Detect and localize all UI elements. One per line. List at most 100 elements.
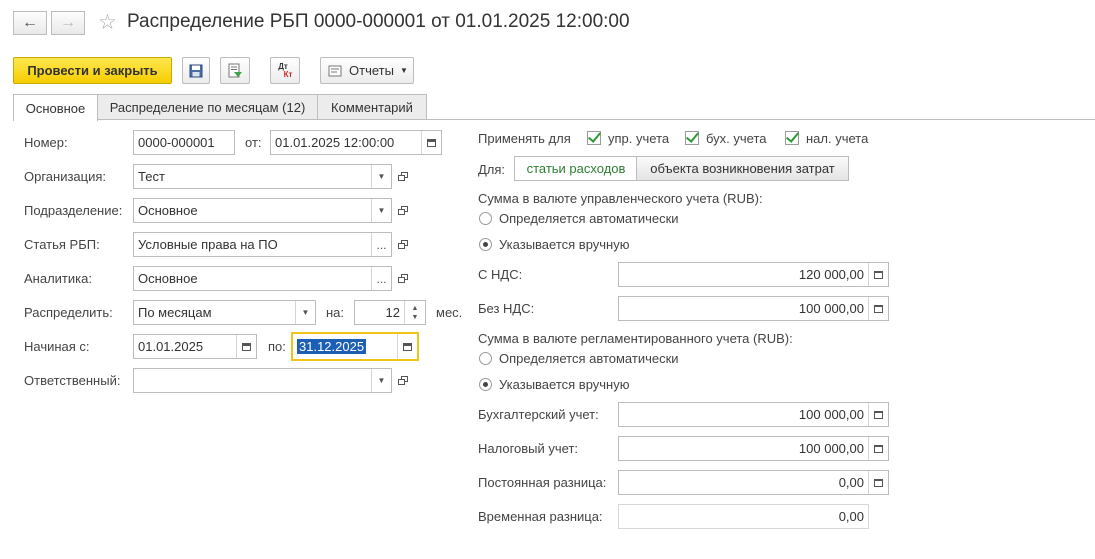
select-ellipsis-button[interactable]: ... xyxy=(371,233,391,256)
document-date-value: 01.01.2025 12:00:00 xyxy=(275,135,395,150)
arrow-right-icon: → xyxy=(60,14,76,31)
vat-incl-field[interactable]: 120 000,00 xyxy=(618,262,889,287)
temporary-diff-label: Временная разница: xyxy=(478,509,603,524)
temporary-diff-value: 0,00 xyxy=(838,509,864,524)
dt-kt-movements-button[interactable]: Дт Кт xyxy=(270,57,300,84)
tab-main[interactable]: Основное xyxy=(13,94,98,121)
tab-divider xyxy=(13,119,1095,120)
dropdown-arrow-icon[interactable]: ▼ xyxy=(295,301,315,324)
mgmt-manual-radio[interactable] xyxy=(479,238,492,251)
start-date-field[interactable]: 01.01.2025 xyxy=(133,334,257,359)
to-label: по: xyxy=(268,339,286,354)
responsible-field[interactable]: ▼ xyxy=(133,368,392,393)
post-and-close-button[interactable]: Провести и закрыть xyxy=(13,57,172,84)
vat-excl-field[interactable]: 100 000,00 xyxy=(618,296,889,321)
increment-icon[interactable]: ▲ xyxy=(412,304,419,313)
distribute-method-select[interactable]: По месяцам ▼ xyxy=(133,300,316,325)
tab-distribution-by-months[interactable]: Распределение по месяцам (12) xyxy=(97,94,318,120)
calculator-icon[interactable] xyxy=(868,263,888,286)
calculator-icon[interactable] xyxy=(868,297,888,320)
dropdown-arrow-icon[interactable]: ▼ xyxy=(371,199,391,222)
reg-auto-radio[interactable] xyxy=(479,352,492,365)
permanent-diff-label: Постоянная разница: xyxy=(478,475,607,490)
dropdown-arrow-icon[interactable]: ▼ xyxy=(371,369,391,392)
kt-label: Кт xyxy=(283,69,293,79)
calculator-icon[interactable] xyxy=(868,403,888,426)
reports-button[interactable]: Отчеты ▼ xyxy=(320,57,414,84)
department-value: Основное xyxy=(138,203,198,218)
accounting-value: 100 000,00 xyxy=(798,407,864,422)
open-article-button[interactable] xyxy=(392,232,414,257)
open-icon xyxy=(397,375,409,386)
vat-incl-label: С НДС: xyxy=(478,267,523,282)
reg-manual-radio[interactable] xyxy=(479,378,492,391)
organization-value: Тест xyxy=(138,169,165,184)
apply-for-label: Применять для xyxy=(478,131,571,146)
favorite-star-icon[interactable]: ☆ xyxy=(98,10,117,35)
mgmt-accounting-checkbox[interactable] xyxy=(587,131,601,145)
select-ellipsis-button[interactable]: ... xyxy=(371,267,391,290)
reports-icon xyxy=(328,65,342,76)
analytics-field[interactable]: Основное ... xyxy=(133,266,392,291)
vat-excl-label: Без НДС: xyxy=(478,301,535,316)
vat-incl-value: 120 000,00 xyxy=(798,267,864,282)
organization-field[interactable]: Тест ▼ xyxy=(133,164,392,189)
open-analytics-button[interactable] xyxy=(392,266,414,291)
calculator-icon[interactable] xyxy=(868,437,888,460)
mgmt-auto-radio[interactable] xyxy=(479,212,492,225)
accounting-field[interactable]: 100 000,00 xyxy=(618,402,889,427)
calendar-icon[interactable] xyxy=(236,335,256,358)
distribute-method-value: По месяцам xyxy=(138,305,212,320)
on-label: на: xyxy=(326,305,345,320)
article-label: Статья РБП: xyxy=(24,237,100,252)
open-icon xyxy=(397,273,409,284)
reports-label: Отчеты xyxy=(349,63,394,78)
calculator-icon[interactable] xyxy=(868,471,888,494)
open-icon xyxy=(397,205,409,216)
arrow-left-icon: ← xyxy=(22,14,38,31)
permanent-diff-field[interactable]: 0,00 xyxy=(618,470,889,495)
end-date-field[interactable]: 31.12.2025 xyxy=(291,332,419,361)
forward-button[interactable]: → xyxy=(51,11,85,35)
department-field[interactable]: Основное ▼ xyxy=(133,198,392,223)
tax-field[interactable]: 100 000,00 xyxy=(618,436,889,461)
tax-accounting-checkbox[interactable] xyxy=(785,131,799,145)
mgmt-manual-label: Указывается вручную xyxy=(499,237,630,252)
from-label: от: xyxy=(245,135,262,150)
temporary-diff-field: 0,00 xyxy=(618,504,869,529)
open-responsible-button[interactable] xyxy=(392,368,414,393)
open-department-button[interactable] xyxy=(392,198,414,223)
post-button[interactable] xyxy=(220,57,250,84)
analytics-label: Аналитика: xyxy=(24,271,92,286)
bookkeeping-checkbox[interactable] xyxy=(685,131,699,145)
mgmt-auto-label: Определяется автоматически xyxy=(499,211,679,226)
start-label: Начиная с: xyxy=(24,339,90,354)
months-count-value: 12 xyxy=(385,305,400,320)
responsible-label: Ответственный: xyxy=(24,373,121,388)
segment-expense-items[interactable]: статьи расходов xyxy=(514,156,637,181)
article-value: Условные права на ПО xyxy=(138,237,278,252)
calendar-icon[interactable] xyxy=(397,334,417,359)
department-label: Подразделение: xyxy=(24,203,123,218)
tab-comment[interactable]: Комментарий xyxy=(317,94,427,120)
segment-cost-objects[interactable]: объекта возникновения затрат xyxy=(636,156,849,181)
months-count-field[interactable]: 12 ▲ ▼ xyxy=(354,300,426,325)
reg-sum-title: Сумма в валюте регламентированного учета… xyxy=(478,331,793,346)
article-field[interactable]: Условные права на ПО ... xyxy=(133,232,392,257)
stepper[interactable]: ▲ ▼ xyxy=(404,301,425,324)
number-field[interactable]: 0000-000001 xyxy=(133,130,235,155)
decrement-icon[interactable]: ▼ xyxy=(412,313,419,322)
open-organization-button[interactable] xyxy=(392,164,414,189)
document-date-field[interactable]: 01.01.2025 12:00:00 xyxy=(270,130,442,155)
permanent-diff-value: 0,00 xyxy=(838,475,864,490)
page-title: Распределение РБП 0000-000001 от 01.01.2… xyxy=(127,11,630,32)
back-button[interactable]: ← xyxy=(13,11,47,35)
save-button[interactable] xyxy=(182,57,210,84)
calendar-icon[interactable] xyxy=(421,131,441,154)
dropdown-arrow-icon[interactable]: ▼ xyxy=(371,165,391,188)
open-icon xyxy=(397,171,409,182)
accounting-label: Бухгалтерский учет: xyxy=(478,407,599,422)
reg-auto-label: Определяется автоматически xyxy=(499,351,679,366)
tax-value: 100 000,00 xyxy=(798,441,864,456)
months-unit-label: мес. xyxy=(436,305,463,320)
